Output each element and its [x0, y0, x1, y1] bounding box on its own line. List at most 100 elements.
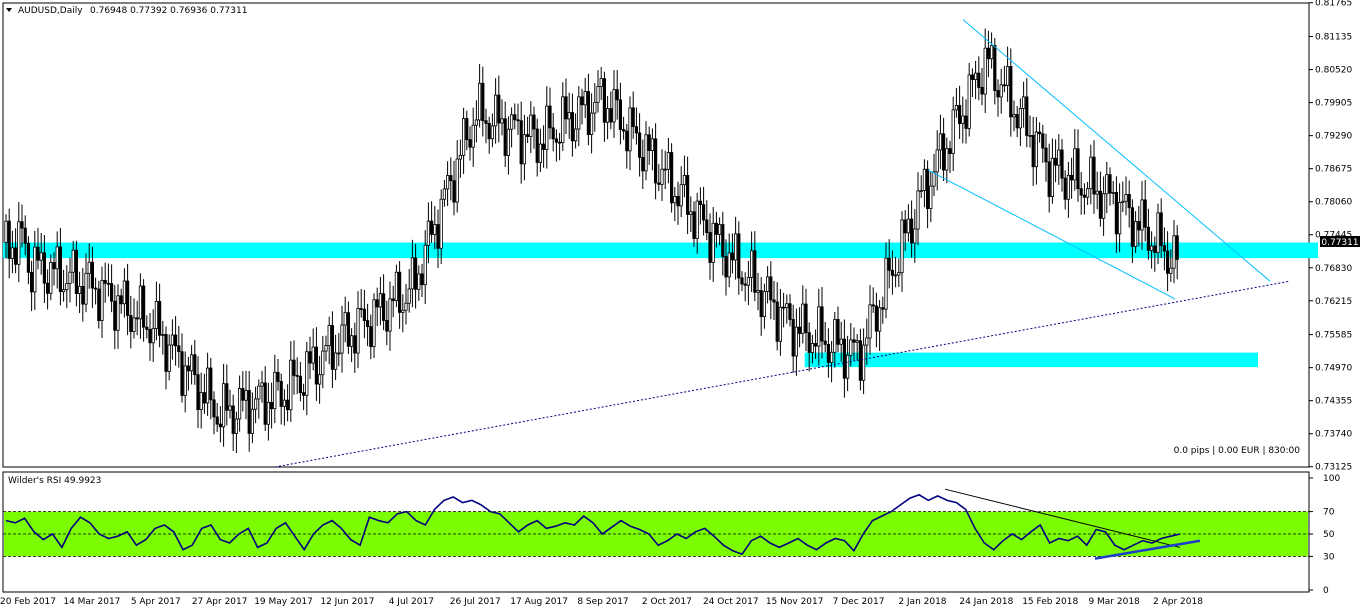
candle-body	[593, 101, 597, 114]
rsi-axis: 100 70 50 30 0	[1309, 474, 1340, 596]
candle-body	[337, 352, 341, 355]
date-label: 15 Nov 2017	[766, 597, 824, 607]
candle-body	[65, 283, 69, 291]
price-tick-label: 0.76830	[1315, 264, 1352, 274]
candle-body	[1102, 193, 1106, 219]
candle-body	[253, 398, 258, 410]
candle-body	[1162, 245, 1166, 252]
candle-body	[532, 114, 536, 130]
candle-body	[974, 72, 978, 80]
candle-body	[753, 250, 757, 293]
candle-body	[385, 320, 389, 332]
candle-body	[343, 312, 347, 326]
candle-body	[599, 78, 603, 87]
support-zone	[3, 242, 1318, 259]
price-tick-label: 0.73125	[1315, 463, 1352, 473]
candle-body	[868, 304, 872, 339]
candle-body	[967, 74, 971, 129]
candle-body	[372, 299, 376, 348]
candle-body	[906, 218, 911, 234]
candle-body	[215, 416, 219, 425]
candle-body	[983, 47, 987, 95]
candle-body	[407, 288, 411, 304]
candle-body	[1057, 149, 1061, 166]
candle-body	[721, 224, 725, 257]
candle-body	[660, 168, 664, 185]
candle-body	[221, 383, 226, 428]
candle-body	[20, 221, 24, 229]
candle-body	[942, 133, 946, 171]
candle-body	[1127, 194, 1131, 209]
candle-body	[762, 291, 767, 318]
date-label: 15 Feb 2018	[1022, 597, 1078, 607]
candle-body	[714, 222, 719, 235]
candle-body	[839, 338, 843, 345]
candle-body	[609, 108, 613, 123]
candle-body	[52, 262, 56, 270]
candle-body	[311, 346, 315, 364]
candle-body	[807, 332, 811, 353]
candle-body	[314, 346, 319, 385]
candle-body	[49, 262, 53, 294]
candle-body	[890, 269, 895, 276]
candle-body	[39, 252, 43, 261]
candle-body	[180, 351, 184, 396]
candle-body	[74, 249, 78, 294]
candle-body	[413, 257, 418, 290]
candle-body	[141, 285, 146, 328]
candle-body	[295, 375, 299, 377]
candle-body	[58, 246, 63, 293]
candle-body	[410, 257, 415, 290]
candle-body	[708, 232, 712, 263]
candle-body	[881, 307, 885, 310]
candle-body	[954, 105, 959, 111]
candle-body	[484, 120, 488, 124]
candle-body	[1108, 174, 1112, 194]
candle-body	[36, 246, 40, 261]
candle-body	[826, 344, 831, 363]
candle-body	[110, 283, 114, 302]
candle-body	[122, 280, 126, 305]
candle-body	[938, 133, 943, 151]
candle-body	[583, 91, 587, 106]
candle-body	[1044, 147, 1048, 163]
candle-body	[228, 405, 232, 411]
candle-body	[634, 126, 639, 134]
candle-body	[353, 335, 357, 354]
candle-body	[126, 280, 130, 316]
date-label: 4 Jul 2017	[389, 597, 434, 607]
support-zone	[804, 352, 1258, 368]
candle-body	[1073, 148, 1077, 181]
candle-body	[897, 272, 901, 276]
candle-body	[884, 257, 888, 310]
candle-body	[1015, 114, 1019, 129]
candle-body	[1038, 131, 1042, 135]
candle-body	[503, 118, 507, 156]
candle-body	[68, 271, 72, 284]
candle-body	[871, 304, 875, 307]
candle-body	[724, 256, 728, 278]
candle-body	[705, 219, 709, 233]
candle-body	[330, 325, 335, 370]
candle-body	[996, 90, 1000, 98]
candle-body	[910, 218, 914, 244]
candle-body	[766, 276, 770, 292]
candle-body	[458, 154, 463, 160]
candle-body	[590, 112, 594, 136]
rsi-tick-label: 100	[1323, 474, 1340, 484]
candle-body	[961, 115, 965, 124]
candle-body	[189, 354, 194, 372]
candle-body	[1041, 133, 1045, 149]
candle-body	[670, 152, 674, 204]
candle-body	[596, 86, 600, 103]
candle-body	[804, 303, 808, 334]
candle-body	[830, 351, 834, 363]
candle-body	[718, 224, 722, 235]
candle-body	[702, 204, 706, 221]
candle-body	[161, 334, 165, 336]
candle-body	[740, 277, 744, 285]
candle-body	[29, 271, 34, 293]
candle-body	[301, 392, 306, 396]
candle-body	[100, 279, 104, 321]
candle-body	[522, 134, 527, 165]
